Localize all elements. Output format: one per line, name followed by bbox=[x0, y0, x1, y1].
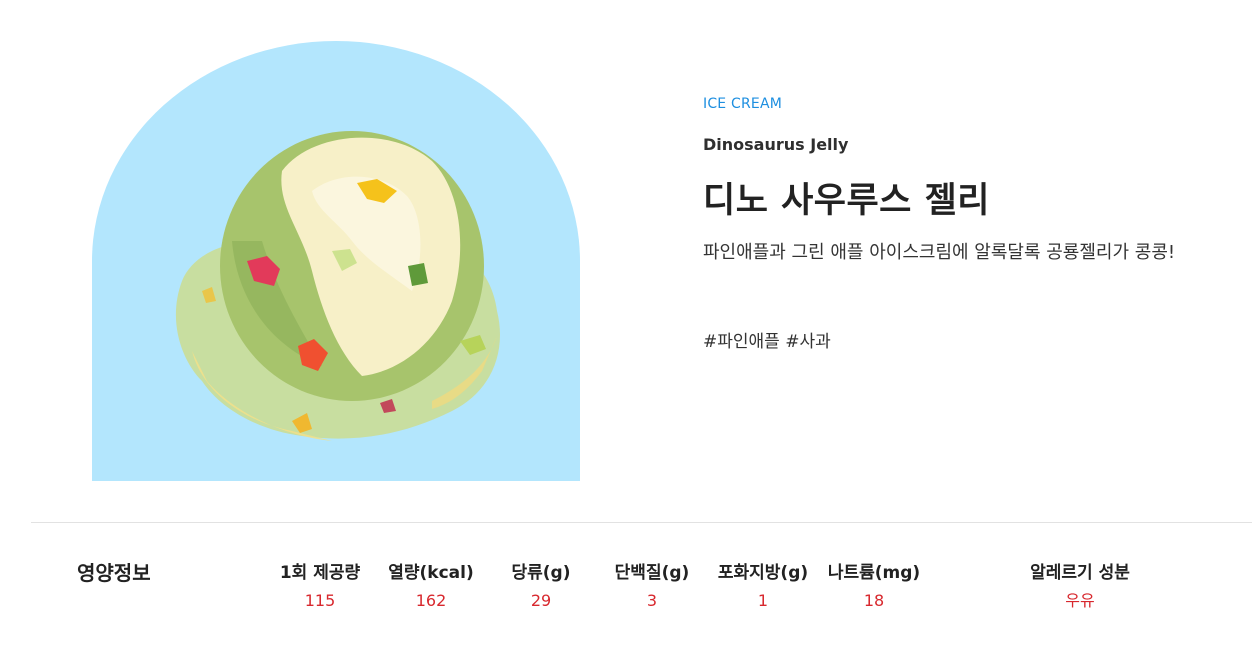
nutrition-label: 단백질(g) bbox=[614, 563, 690, 583]
nutrition-title: 영양정보 bbox=[77, 561, 151, 585]
section-divider bbox=[31, 522, 1252, 523]
allergy-label: 알레르기 성분 bbox=[1030, 563, 1130, 583]
nutrition-label: 1회 제공량 bbox=[279, 563, 361, 583]
nutrition-label: 나트륨(mg) bbox=[827, 563, 921, 583]
category-label[interactable]: ICE CREAM bbox=[703, 96, 782, 112]
nutrition-column-serving: 1회 제공량 115 bbox=[260, 558, 380, 610]
product-name-korean: 디노 사우루스 젤리 bbox=[703, 181, 990, 221]
product-tags: #파인애플 #사과 bbox=[703, 332, 831, 352]
nutrition-label: 포화지방(g) bbox=[717, 563, 809, 583]
nutrition-value: 162 bbox=[415, 591, 447, 610]
allergy-value: 우유 bbox=[1065, 591, 1095, 610]
nutrition-column-sugar: 당류(g) 29 bbox=[481, 558, 601, 610]
nutrition-value: 3 bbox=[646, 591, 658, 610]
nutrition-value: 115 bbox=[304, 591, 336, 610]
nutrition-column-allergy: 알레르기 성분 우유 bbox=[1010, 558, 1150, 611]
nutrition-column-saturated-fat: 포화지방(g) 1 bbox=[703, 558, 823, 610]
nutrition-value: 29 bbox=[530, 591, 552, 610]
ice-cream-scoop-image bbox=[175, 131, 500, 441]
product-name-english: Dinosaurus Jelly bbox=[703, 135, 849, 154]
product-image-area bbox=[92, 41, 580, 481]
nutrition-column-calories: 열량(kcal) 162 bbox=[371, 558, 491, 610]
nutrition-value: 18 bbox=[863, 591, 885, 610]
nutrition-label: 열량(kcal) bbox=[388, 563, 474, 583]
nutrition-value: 1 bbox=[757, 591, 769, 610]
product-description: 파인애플과 그린 애플 아이스크림에 알록달록 공룡젤리가 콩콩! bbox=[703, 242, 1176, 263]
nutrition-column-sodium: 나트륨(mg) 18 bbox=[814, 558, 934, 610]
nutrition-label: 당류(g) bbox=[511, 563, 571, 583]
nutrition-column-protein: 단백질(g) 3 bbox=[592, 558, 712, 610]
